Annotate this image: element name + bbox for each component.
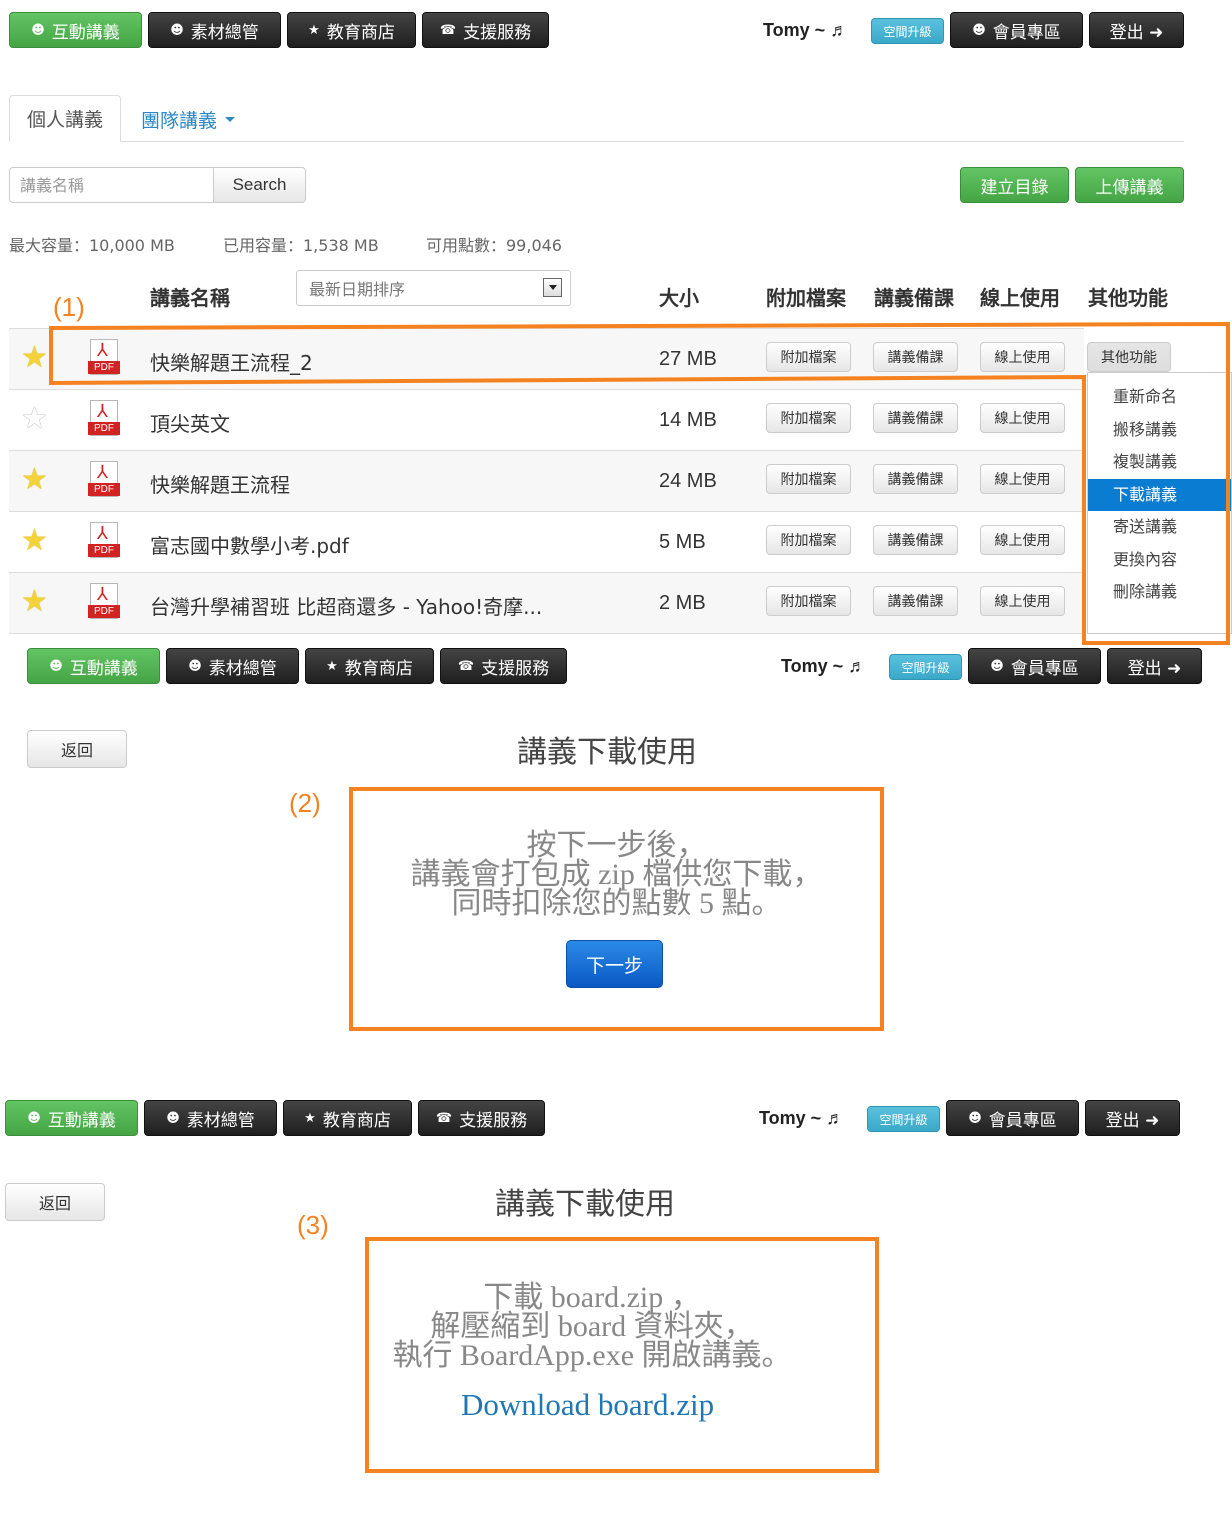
download-instructions: 按下一步後， 講義會打包成 zip 檔供您下載， 同時扣除您的點數 5 點。 [410, 829, 823, 920]
smiley-icon: ☻ [968, 1110, 982, 1126]
user-name[interactable]: Tomy ~ ♬ [759, 1108, 844, 1129]
back-button[interactable]: 返回 [5, 1183, 105, 1221]
nav-store-button[interactable]: ★ 教育商店 [305, 648, 434, 684]
step-label-2: (2) [289, 788, 321, 818]
nav-store-button[interactable]: ★ 教育商店 [283, 1100, 412, 1136]
nav-interactive-button[interactable]: ☻ 互動講義 [5, 1100, 138, 1136]
smiley-icon: ☻ [990, 658, 1004, 674]
star-icon: ★ [326, 658, 338, 674]
nav-support-button[interactable]: ☎ 支援服務 [440, 648, 567, 684]
highlight-outline-1 [49, 321, 1230, 645]
member-area-button[interactable]: ☻ 會員專區 [968, 648, 1101, 684]
smiley-icon: ☻ [49, 658, 63, 674]
phone-icon: ☎ [457, 658, 475, 674]
nav-materials-button[interactable]: ☻ 素材總管 [166, 648, 299, 684]
step-label-3: (3) [297, 1210, 329, 1240]
tab-personal[interactable]: 個人講義 [9, 95, 121, 142]
phone-icon: ☎ [435, 1110, 453, 1126]
star-icon: ★ [304, 1110, 316, 1126]
nav-support-button[interactable]: ☎ 支援服務 [418, 1100, 545, 1136]
nav-materials-button[interactable]: ☻ 素材總管 [144, 1100, 277, 1136]
next-step-button[interactable]: 下一步 [566, 940, 663, 988]
member-area-button[interactable]: ☻ 會員專區 [946, 1100, 1079, 1136]
upgrade-button[interactable]: 空間升級 [867, 1106, 940, 1132]
smiley-icon: ☻ [166, 1110, 180, 1126]
page-title: 講義下載使用 [495, 1187, 675, 1222]
page-title: 講義下載使用 [517, 735, 697, 770]
logout-button[interactable]: 登出 ➜ [1107, 648, 1202, 684]
download-link[interactable]: Download board.zip [461, 1387, 714, 1423]
nav-interactive-button[interactable]: ☻ 互動講義 [27, 648, 160, 684]
upgrade-button[interactable]: 空間升級 [889, 654, 962, 680]
unzip-instructions: 下載 board.zip ， 解壓縮到 board 資料夾， 執行 BoardA… [392, 1281, 792, 1372]
back-button[interactable]: 返回 [27, 730, 127, 768]
smiley-icon: ☻ [188, 658, 202, 674]
logout-button[interactable]: 登出 ➜ [1085, 1100, 1180, 1136]
user-name[interactable]: Tomy ~ ♬ [781, 656, 866, 677]
smiley-icon: ☻ [27, 1110, 41, 1126]
